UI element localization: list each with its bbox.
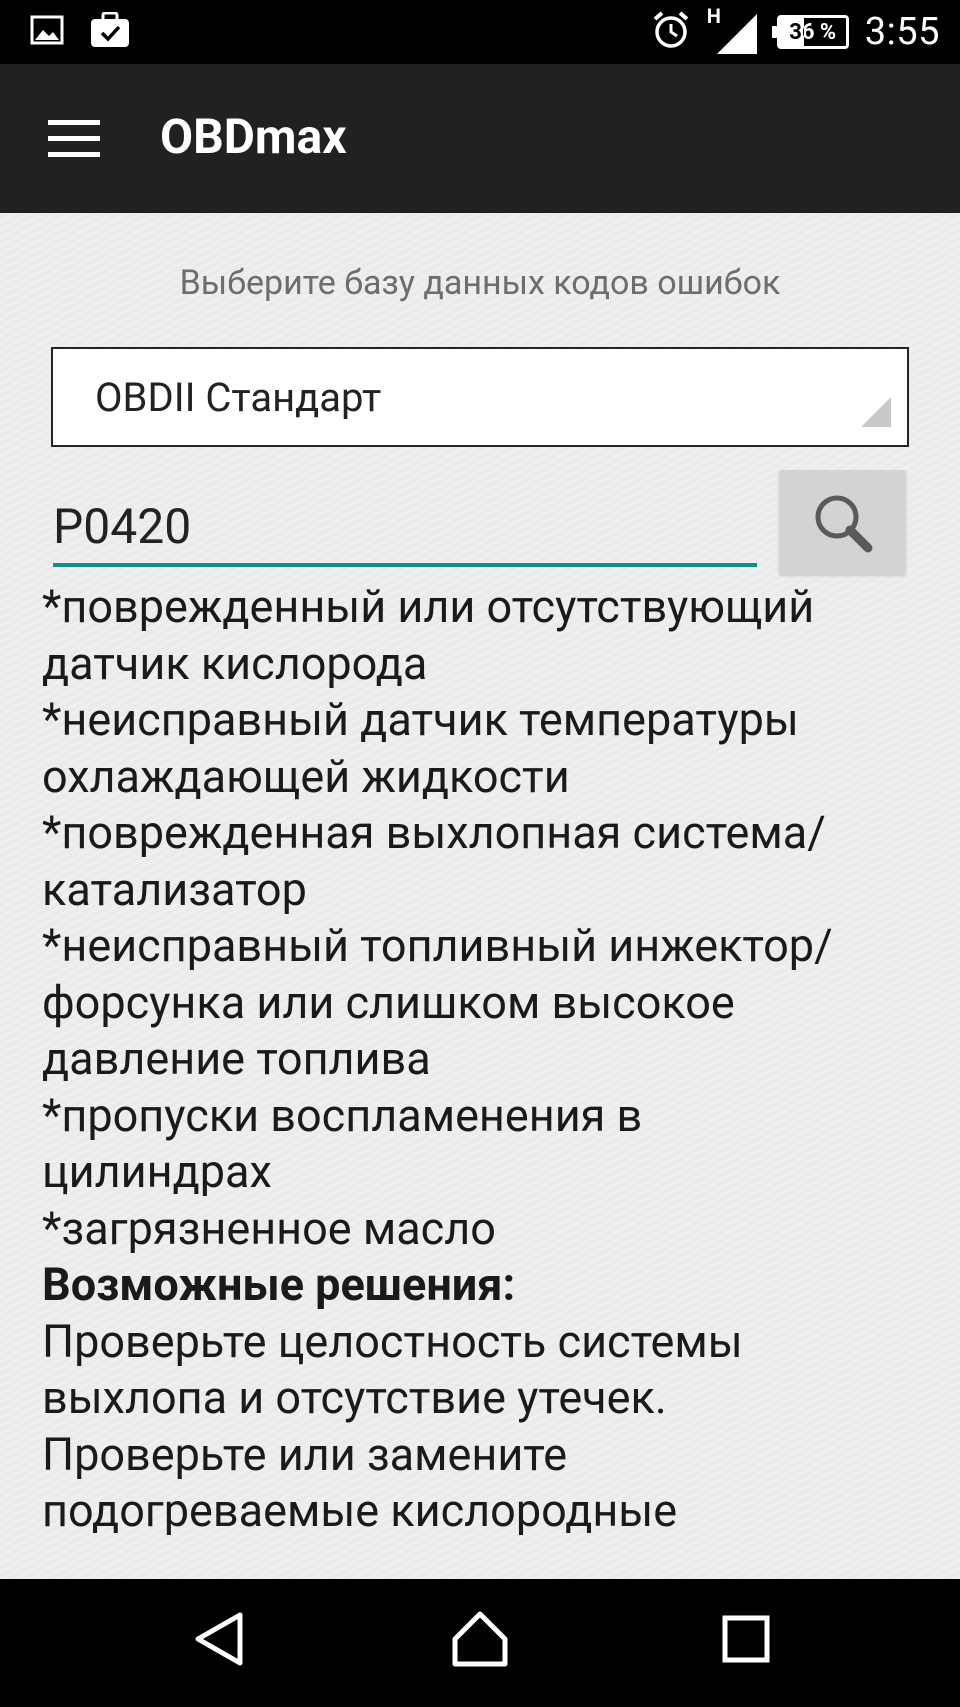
error-code-input[interactable]: [53, 497, 757, 567]
dropdown-arrow-icon: [861, 397, 891, 427]
description-line: катализатор: [42, 862, 307, 916]
description-line: датчик кислорода: [42, 636, 428, 690]
home-icon[interactable]: [450, 1609, 510, 1673]
description-line: *поврежденная выхлопная система/: [42, 806, 826, 859]
error-description: *поврежденный или отсутствующий датчик к…: [42, 579, 942, 1540]
description-line: *неисправный топливный инжектор/: [42, 919, 833, 972]
solutions-heading: Возможные решения:: [42, 1258, 516, 1311]
search-button[interactable]: [779, 470, 906, 575]
briefcase-icon: [90, 11, 130, 52]
description-line: *поврежденный или отсутствующий: [42, 580, 815, 633]
description-line: *неисправный датчик температуры: [42, 693, 799, 746]
database-label: Выберите базу данных кодов ошибок: [179, 263, 781, 303]
main-content[interactable]: Выберите базу данных кодов ошибок OBDII …: [0, 213, 960, 1579]
menu-icon[interactable]: [48, 120, 100, 158]
recents-icon[interactable]: [722, 1615, 770, 1667]
solution-line: Проверьте целостность системы: [42, 1314, 743, 1368]
navigation-bar: [0, 1579, 960, 1707]
app-bar: OBDmax: [0, 64, 960, 213]
description-line: форсунка или слишком высокое: [42, 975, 735, 1029]
description-line: охлаждающей жидкости: [42, 749, 570, 803]
description-line: цилиндрах: [42, 1145, 272, 1198]
solution-line: выхлопа и отсутствие утечек.: [42, 1371, 667, 1424]
search-icon: [815, 495, 873, 553]
alarm-icon: [651, 10, 691, 54]
app-title: OBDmax: [160, 108, 347, 165]
description-line: *пропуски воспламенения в: [42, 1088, 643, 1142]
battery-level: 36 %: [789, 19, 837, 45]
battery-icon: 36 %: [771, 15, 849, 49]
solution-line: Проверьте или замените: [42, 1427, 568, 1481]
description-line: *загрязненное масло: [42, 1201, 496, 1255]
back-icon[interactable]: [190, 1609, 246, 1673]
status-time: 3:55: [864, 10, 940, 54]
description-line: давление топлива: [42, 1032, 431, 1085]
database-select-value: OBDII Стандарт: [95, 374, 382, 421]
database-select[interactable]: OBDII Стандарт: [51, 347, 909, 447]
signal-icon: H: [707, 4, 761, 56]
image-icon: [30, 15, 64, 49]
status-bar: H 36 % 3:55: [0, 0, 960, 64]
solution-line: подогреваемые кислородные: [42, 1484, 678, 1537]
